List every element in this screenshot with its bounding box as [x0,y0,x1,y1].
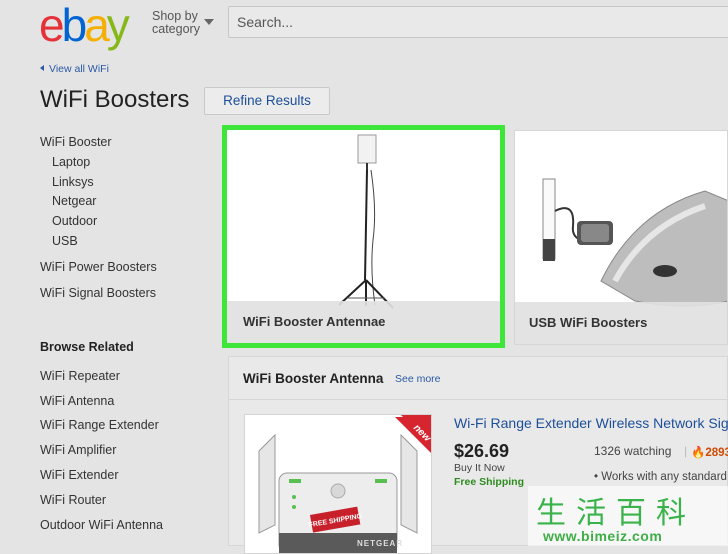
logo-letter-y: y [106,0,130,51]
sold-count: 🔥2893 [691,445,728,459]
buy-it-now-label: Buy It Now [454,462,505,474]
sidebar-item-wifi-signal-boosters[interactable]: WiFi Signal Boosters [40,286,156,300]
sidebar-item-laptop[interactable]: Laptop [52,155,90,169]
related-item-wifi-range-extender[interactable]: WiFi Range Extender [40,418,159,432]
sidebar-item-usb[interactable]: USB [52,234,78,248]
browse-related-heading: Browse Related [40,340,134,354]
shop-by-category-button[interactable]: Shop by category [152,10,214,36]
related-item-wifi-amplifier[interactable]: WiFi Amplifier [40,443,116,457]
divider: | [684,444,688,458]
watermark: 生活百科 www.bimeiz.com [528,486,728,546]
sidebar-item-linksys[interactable]: Linksys [52,175,94,189]
category-card-wifi-booster-antennae[interactable]: WiFi Booster Antennae [222,125,505,348]
brand-label: NETGEAR [357,539,403,548]
sidebar-item-outdoor[interactable]: Outdoor [52,214,97,228]
ebay-logo[interactable]: ebay [39,0,130,51]
related-item-wifi-repeater[interactable]: WiFi Repeater [40,369,120,383]
view-all-wifi-link[interactable]: View all WiFi [40,63,109,75]
section-header: WiFi Booster Antenna See more [228,356,728,400]
related-item-wifi-antenna[interactable]: WiFi Antenna [40,394,114,408]
sold-count-value: 2893 [705,447,728,459]
related-item-wifi-extender[interactable]: WiFi Extender [40,468,119,482]
related-item-wifi-router[interactable]: WiFi Router [40,493,106,507]
listing-price: $26.69 [454,441,510,461]
category-card-usb-wifi-boosters[interactable]: USB WiFi Boosters [514,130,728,345]
related-item-outdoor-wifi-antenna[interactable]: Outdoor WiFi Antenna [40,518,163,532]
logo-letter-b: b [61,0,88,51]
search-box[interactable] [228,6,728,38]
sidebar-item-wifi-power-boosters[interactable]: WiFi Power Boosters [40,260,157,274]
section-title: WiFi Booster Antenna [243,371,384,386]
listing-thumbnail[interactable]: FREE SHIPPING NETGEAR new [244,414,432,554]
listing-title-link[interactable]: Wi-Fi Range Extender Wireless Network Si… [454,415,728,431]
card-label: WiFi Booster Antennae [227,301,500,343]
chevron-down-icon [204,19,214,25]
free-shipping-label: Free Shipping [454,476,525,488]
sidebar-item-netgear[interactable]: Netgear [52,194,96,208]
watching-count: 1326 watching [594,444,672,458]
refine-results-button[interactable]: Refine Results [204,87,330,115]
page-title: WiFi Boosters [40,86,190,113]
watermark-url: www.bimeiz.com [543,528,663,544]
listing-feature: • Works with any standard [594,471,727,483]
logo-letter-a: a [84,0,110,51]
watermark-chinese-text: 生活百科 [536,496,696,531]
sidebar-category-wifi-booster[interactable]: WiFi Booster [40,135,112,149]
search-input[interactable] [229,7,728,37]
logo-letter-e: e [39,0,65,51]
see-more-link[interactable]: See more [395,373,441,385]
category-label: category [152,22,200,36]
flame-icon: 🔥 [691,447,706,459]
back-link-label: View all WiFi [49,63,109,75]
range-extender-image: FREE SHIPPING NETGEAR new [258,415,431,553]
card-label: USB WiFi Boosters [515,302,727,344]
chevron-left-icon [40,65,44,71]
